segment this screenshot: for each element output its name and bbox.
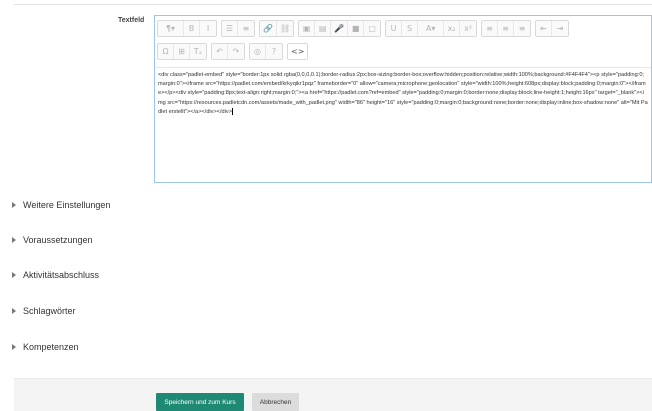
clear-formatting-button[interactable]: Tₓ: [190, 44, 206, 59]
expand-arrow-icon: [12, 237, 16, 243]
unordered-list-button[interactable]: ☰: [222, 21, 238, 36]
special-character-button[interactable]: Ω: [158, 44, 174, 59]
underline-icon: U: [390, 24, 397, 33]
italic-icon: I: [206, 24, 210, 33]
toolbar-group: ☰ ≡: [221, 20, 255, 37]
paragraph-format-button[interactable]: ¶▾: [158, 21, 184, 36]
bold-button[interactable]: B: [184, 21, 200, 36]
align-center-icon: ≡: [502, 24, 509, 33]
redo-button[interactable]: ↷: [228, 44, 244, 59]
toolbar-group: Ω ⊞ Tₓ: [157, 43, 207, 60]
screenreader-helper-button[interactable]: ?: [266, 44, 282, 59]
form-footer: [14, 378, 652, 411]
record-video-button[interactable]: ■: [348, 21, 365, 36]
toolbar-group: ▣ ▤ 🎤 ■ ▢: [298, 20, 382, 37]
expand-arrow-icon: [12, 272, 16, 278]
toolbar-row-2: Ω ⊞ Tₓ ↶ ↷ ◎? <>: [157, 43, 649, 63]
link-icon: 🔗: [263, 24, 273, 33]
expand-arrow-icon: [12, 308, 16, 314]
redo-icon: ↷: [232, 47, 240, 56]
superscript-icon: x²: [464, 24, 473, 33]
strikethrough-icon: S: [407, 24, 413, 33]
section-schlagwoerter[interactable]: Schlagwörter: [12, 304, 76, 318]
clear-formatting-icon: Tₓ: [193, 47, 203, 56]
unlink-icon: ⛓: [279, 24, 291, 33]
save-and-return-button[interactable]: Speichern und zum Kurs: [156, 393, 244, 411]
ordered-list-icon: ≡: [242, 24, 250, 33]
expand-arrow-icon: [12, 202, 16, 208]
special-character-icon: Ω: [162, 47, 169, 56]
manage-files-button[interactable]: ▢: [364, 21, 380, 36]
section-kompetenzen[interactable]: Kompetenzen: [12, 340, 79, 354]
indent-button[interactable]: ⇥: [552, 21, 568, 36]
expand-arrow-icon: [12, 344, 16, 350]
table-button[interactable]: ⊞: [174, 44, 190, 59]
font-color-icon: A▾: [425, 24, 436, 33]
section-voraussetzungen[interactable]: Voraussetzungen: [12, 233, 93, 247]
outdent-button[interactable]: ⇤: [536, 21, 553, 36]
section-title: Aktivitätsabschluss: [23, 270, 100, 280]
section-weitere-einstellungen[interactable]: Weitere Einstellungen: [12, 198, 110, 212]
media-button[interactable]: ▤: [315, 21, 332, 36]
subscript-button[interactable]: x₂: [444, 21, 461, 36]
cancel-button[interactable]: Abbrechen: [252, 393, 299, 411]
toolbar-row-1: ¶▾ B I ☰ ≡ 🔗 ⛓ ▣ ▤ 🎤 ■ ▢ U S A▾ x₂ x² ≡ ≡ ≡ ⇤ ⇥: [157, 20, 649, 40]
toolbar-group: ¶▾ B I: [157, 20, 217, 37]
underline-button[interactable]: U: [386, 21, 403, 36]
align-center-button[interactable]: ≡: [498, 21, 515, 36]
record-video-icon: ■: [351, 24, 360, 33]
html-source-button[interactable]: <>: [288, 44, 308, 59]
section-aktivitaetsabschluss[interactable]: Aktivitätsabschluss: [12, 268, 99, 282]
image-button[interactable]: ▣: [299, 21, 316, 36]
editor-toolbar: ¶▾ B I ☰ ≡ 🔗 ⛓ ▣ ▤ 🎤 ■ ▢ U S A▾ x₂ x² ≡ ≡ ≡ ⇤ ⇥ Ω ⊞ Tₓ ↶ ↷ ◎? <>: [155, 16, 651, 68]
accessibility-checker-button[interactable]: ◎: [250, 44, 266, 59]
link-button[interactable]: 🔗: [260, 21, 277, 36]
unlink-button[interactable]: ⛓: [277, 21, 293, 36]
toolbar-group: ⇤ ⇥: [535, 20, 570, 37]
paragraph-format-icon: ¶▾: [165, 24, 176, 33]
align-left-button[interactable]: ≡: [482, 21, 499, 36]
superscript-button[interactable]: x²: [460, 21, 476, 36]
section-title: Weitere Einstellungen: [23, 200, 111, 210]
toolbar-group: ≡ ≡ ≡: [481, 20, 532, 37]
html-source-icon: <>: [291, 47, 305, 56]
align-left-icon: ≡: [486, 24, 493, 33]
undo-icon: ↶: [216, 47, 223, 56]
align-right-icon: ≡: [518, 24, 526, 33]
toolbar-group: 🔗 ⛓: [259, 20, 295, 37]
undo-button[interactable]: ↶: [212, 44, 228, 59]
unordered-list-icon: ☰: [225, 24, 234, 33]
image-icon: ▣: [302, 24, 311, 33]
toolbar-group: <>: [287, 43, 309, 60]
textfield-label: Textfeld: [118, 17, 145, 24]
manage-files-icon: ▢: [368, 24, 376, 33]
toolbar-group: ↶ ↷: [211, 43, 245, 60]
section-title: Kompetenzen: [23, 342, 79, 352]
html-source-textarea[interactable]: <div class="padlet-embed" style="border:…: [155, 68, 651, 182]
media-icon: ▤: [318, 24, 327, 33]
record-audio-icon: 🎤: [334, 24, 345, 33]
accessibility-checker-icon: ◎: [254, 47, 261, 56]
italic-button[interactable]: I: [200, 21, 216, 36]
bold-icon: B: [188, 24, 195, 33]
indent-icon: ⇥: [556, 24, 564, 33]
align-right-button[interactable]: ≡: [514, 21, 530, 36]
toolbar-group: U S A▾ x₂ x²: [385, 20, 478, 37]
section-title: Voraussetzungen: [23, 235, 93, 245]
record-audio-button[interactable]: 🎤: [331, 21, 349, 36]
toolbar-group: ◎?: [249, 43, 283, 60]
outdent-icon: ⇤: [540, 24, 547, 33]
strikethrough-button[interactable]: S: [402, 21, 419, 36]
rich-text-editor: ¶▾ B I ☰ ≡ 🔗 ⛓ ▣ ▤ 🎤 ■ ▢ U S A▾ x₂ x² ≡ ≡ ≡ ⇤ ⇥ Ω ⊞ Tₓ ↶ ↷ ◎? <> <d…: [154, 15, 652, 183]
section-title: Schlagwörter: [23, 306, 76, 316]
font-color-button[interactable]: A▾: [418, 21, 445, 36]
subscript-icon: x₂: [447, 24, 456, 33]
text-caret: [231, 107, 233, 115]
table-icon: ⊞: [178, 47, 185, 56]
top-divider: [14, 4, 652, 5]
screenreader-helper-icon: ?: [271, 47, 277, 56]
ordered-list-button[interactable]: ≡: [238, 21, 254, 36]
